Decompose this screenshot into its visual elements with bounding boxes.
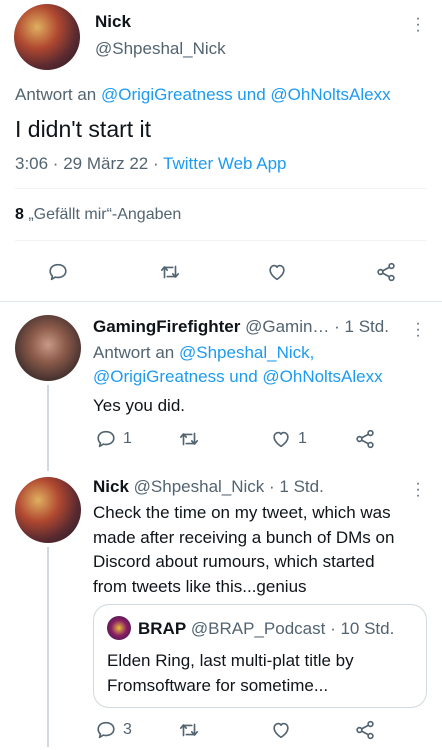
author-name[interactable]: GamingFirefighter (93, 317, 240, 336)
reply-button[interactable]: 3 (95, 719, 132, 741)
text-line: Discord about rumours, which started (93, 552, 375, 571)
more-icon[interactable]: · · · (414, 476, 422, 504)
like-button[interactable]: 1 (270, 428, 307, 450)
like-icon (273, 431, 289, 448)
thread-line (47, 547, 49, 747)
share-button[interactable] (354, 428, 376, 450)
like-icon (269, 264, 285, 281)
share-icon (356, 429, 374, 449)
divider (0, 301, 442, 302)
tweet-meta: 3:06 · 29 März 22 · Twitter Web App (15, 154, 287, 174)
author-handle[interactable]: @Shpeshal_Nick (134, 477, 265, 496)
tweet-text: Yes you did. (93, 396, 185, 415)
divider (15, 188, 427, 189)
more-icon[interactable]: · · · (414, 316, 422, 344)
author-handle: @BRAP_Podcast (190, 619, 326, 638)
tweet-text: Elden Ring, last multi-plat title by Fro… (107, 649, 354, 698)
reply-header: GamingFirefighter @Gamin… · 1 Std. (93, 317, 389, 337)
retweet-button[interactable] (178, 428, 200, 450)
author-name[interactable]: Nick (95, 12, 131, 32)
reply-targets-link[interactable]: @Shpeshal_Nick, (179, 343, 314, 362)
reply-icon (97, 721, 115, 739)
avatar (107, 616, 131, 640)
author-name: BRAP (138, 619, 187, 638)
more-icon[interactable]: · · · (414, 11, 422, 39)
text-line: Elden Ring, last multi-plat title by (107, 651, 354, 670)
thread-line (47, 385, 49, 471)
reply-icon (49, 263, 67, 281)
retweet-button[interactable] (159, 261, 181, 283)
quoted-tweet[interactable]: BRAP @BRAP_Podcast · 10 Std. Elden Ring,… (93, 604, 427, 708)
author-name[interactable]: Nick (93, 477, 129, 496)
like-icon (273, 722, 289, 739)
reply-button[interactable]: 1 (95, 428, 132, 450)
reply-targets-link[interactable]: @OrigiGreatness und @OhNoltsAlexx (93, 367, 383, 387)
share-button[interactable] (354, 719, 376, 741)
tweet-timestamp[interactable]: 3:06 · 29 März 22 · (15, 154, 163, 173)
avatar[interactable] (15, 315, 81, 381)
reply-time[interactable]: · 1 Std. (329, 317, 389, 336)
author-handle[interactable]: @Gamin… (245, 317, 329, 336)
quote-header: BRAP @BRAP_Podcast · 10 Std. (138, 619, 394, 639)
text-line: Fromsoftware for sometime... (107, 675, 329, 695)
retweet-button[interactable] (178, 719, 200, 741)
reply-button[interactable] (47, 261, 69, 283)
text-line: Check the time on my tweet, which was (93, 503, 391, 522)
text-line: made after receiving a bunch of DMs on (93, 527, 395, 547)
avatar[interactable] (14, 4, 80, 70)
reply-context: Antwort an @Shpeshal_Nick, (93, 343, 314, 363)
reply-icon (97, 430, 115, 448)
tweet-text: I didn't start it (15, 116, 152, 142)
likes-label: „Gefällt mir“-Angaben (23, 206, 182, 223)
tweet-text: Check the time on my tweet, which was ma… (93, 501, 394, 599)
retweet-icon (160, 265, 180, 279)
share-icon (356, 720, 374, 740)
reply-header: Nick @Shpeshal_Nick · 1 Std. (93, 477, 324, 497)
retweet-icon (179, 432, 199, 446)
quote-time: · 10 Std. (325, 619, 395, 638)
reply-time[interactable]: · 1 Std. (264, 477, 324, 496)
author-handle[interactable]: @Shpeshal_Nick (95, 39, 226, 59)
reply-count: 3 (123, 721, 132, 738)
like-button[interactable] (266, 261, 288, 283)
likes-count: 8 (15, 206, 24, 223)
like-button[interactable] (270, 719, 292, 741)
divider (15, 240, 427, 241)
tweet-client-link[interactable]: Twitter Web App (163, 154, 286, 173)
reply-count: 1 (123, 430, 132, 447)
reply-context: Antwort an @OrigiGreatness und @OhNoltsA… (15, 85, 391, 105)
reply-prefix: Antwort an (15, 85, 101, 104)
reply-targets-link[interactable]: @OrigiGreatness und @OhNoltsAlexx (101, 85, 391, 104)
avatar[interactable] (15, 477, 81, 543)
share-button[interactable] (375, 261, 397, 283)
likes-summary[interactable]: 8 „Gefällt mir“-Angaben (15, 206, 181, 224)
share-icon (377, 262, 395, 282)
retweet-icon (179, 723, 199, 737)
text-line: from tweets like this...genius (93, 576, 307, 596)
reply-prefix: Antwort an (93, 343, 179, 362)
like-count: 1 (298, 430, 307, 447)
